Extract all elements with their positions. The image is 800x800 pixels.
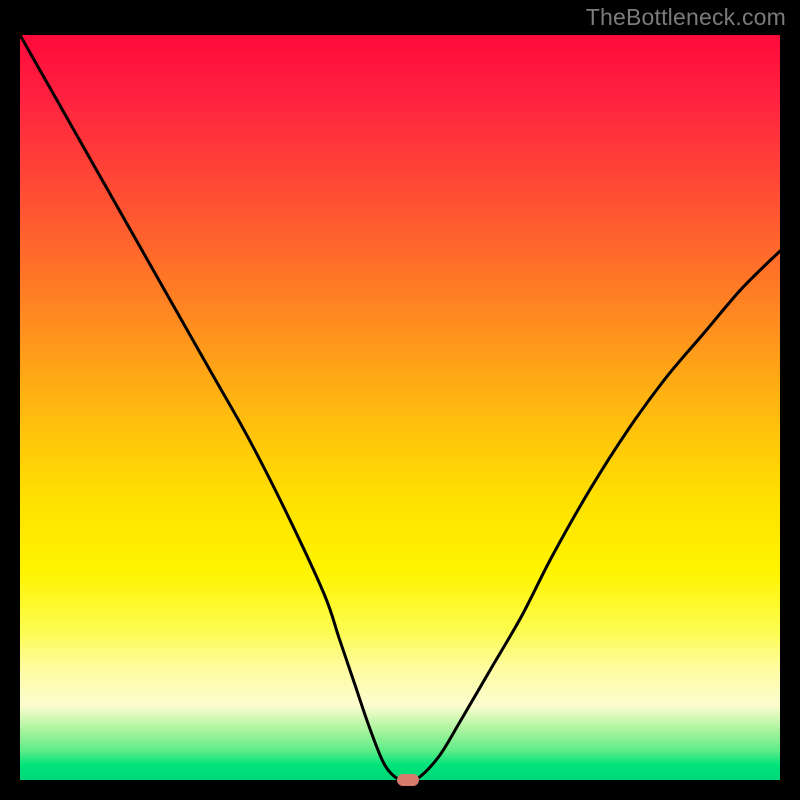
plot-area [20,35,780,780]
chart-frame: TheBottleneck.com [0,0,800,800]
watermark-text: TheBottleneck.com [586,4,786,31]
curve-svg [20,35,780,780]
bottleneck-curve-path [20,35,780,780]
optimum-marker [397,774,419,786]
